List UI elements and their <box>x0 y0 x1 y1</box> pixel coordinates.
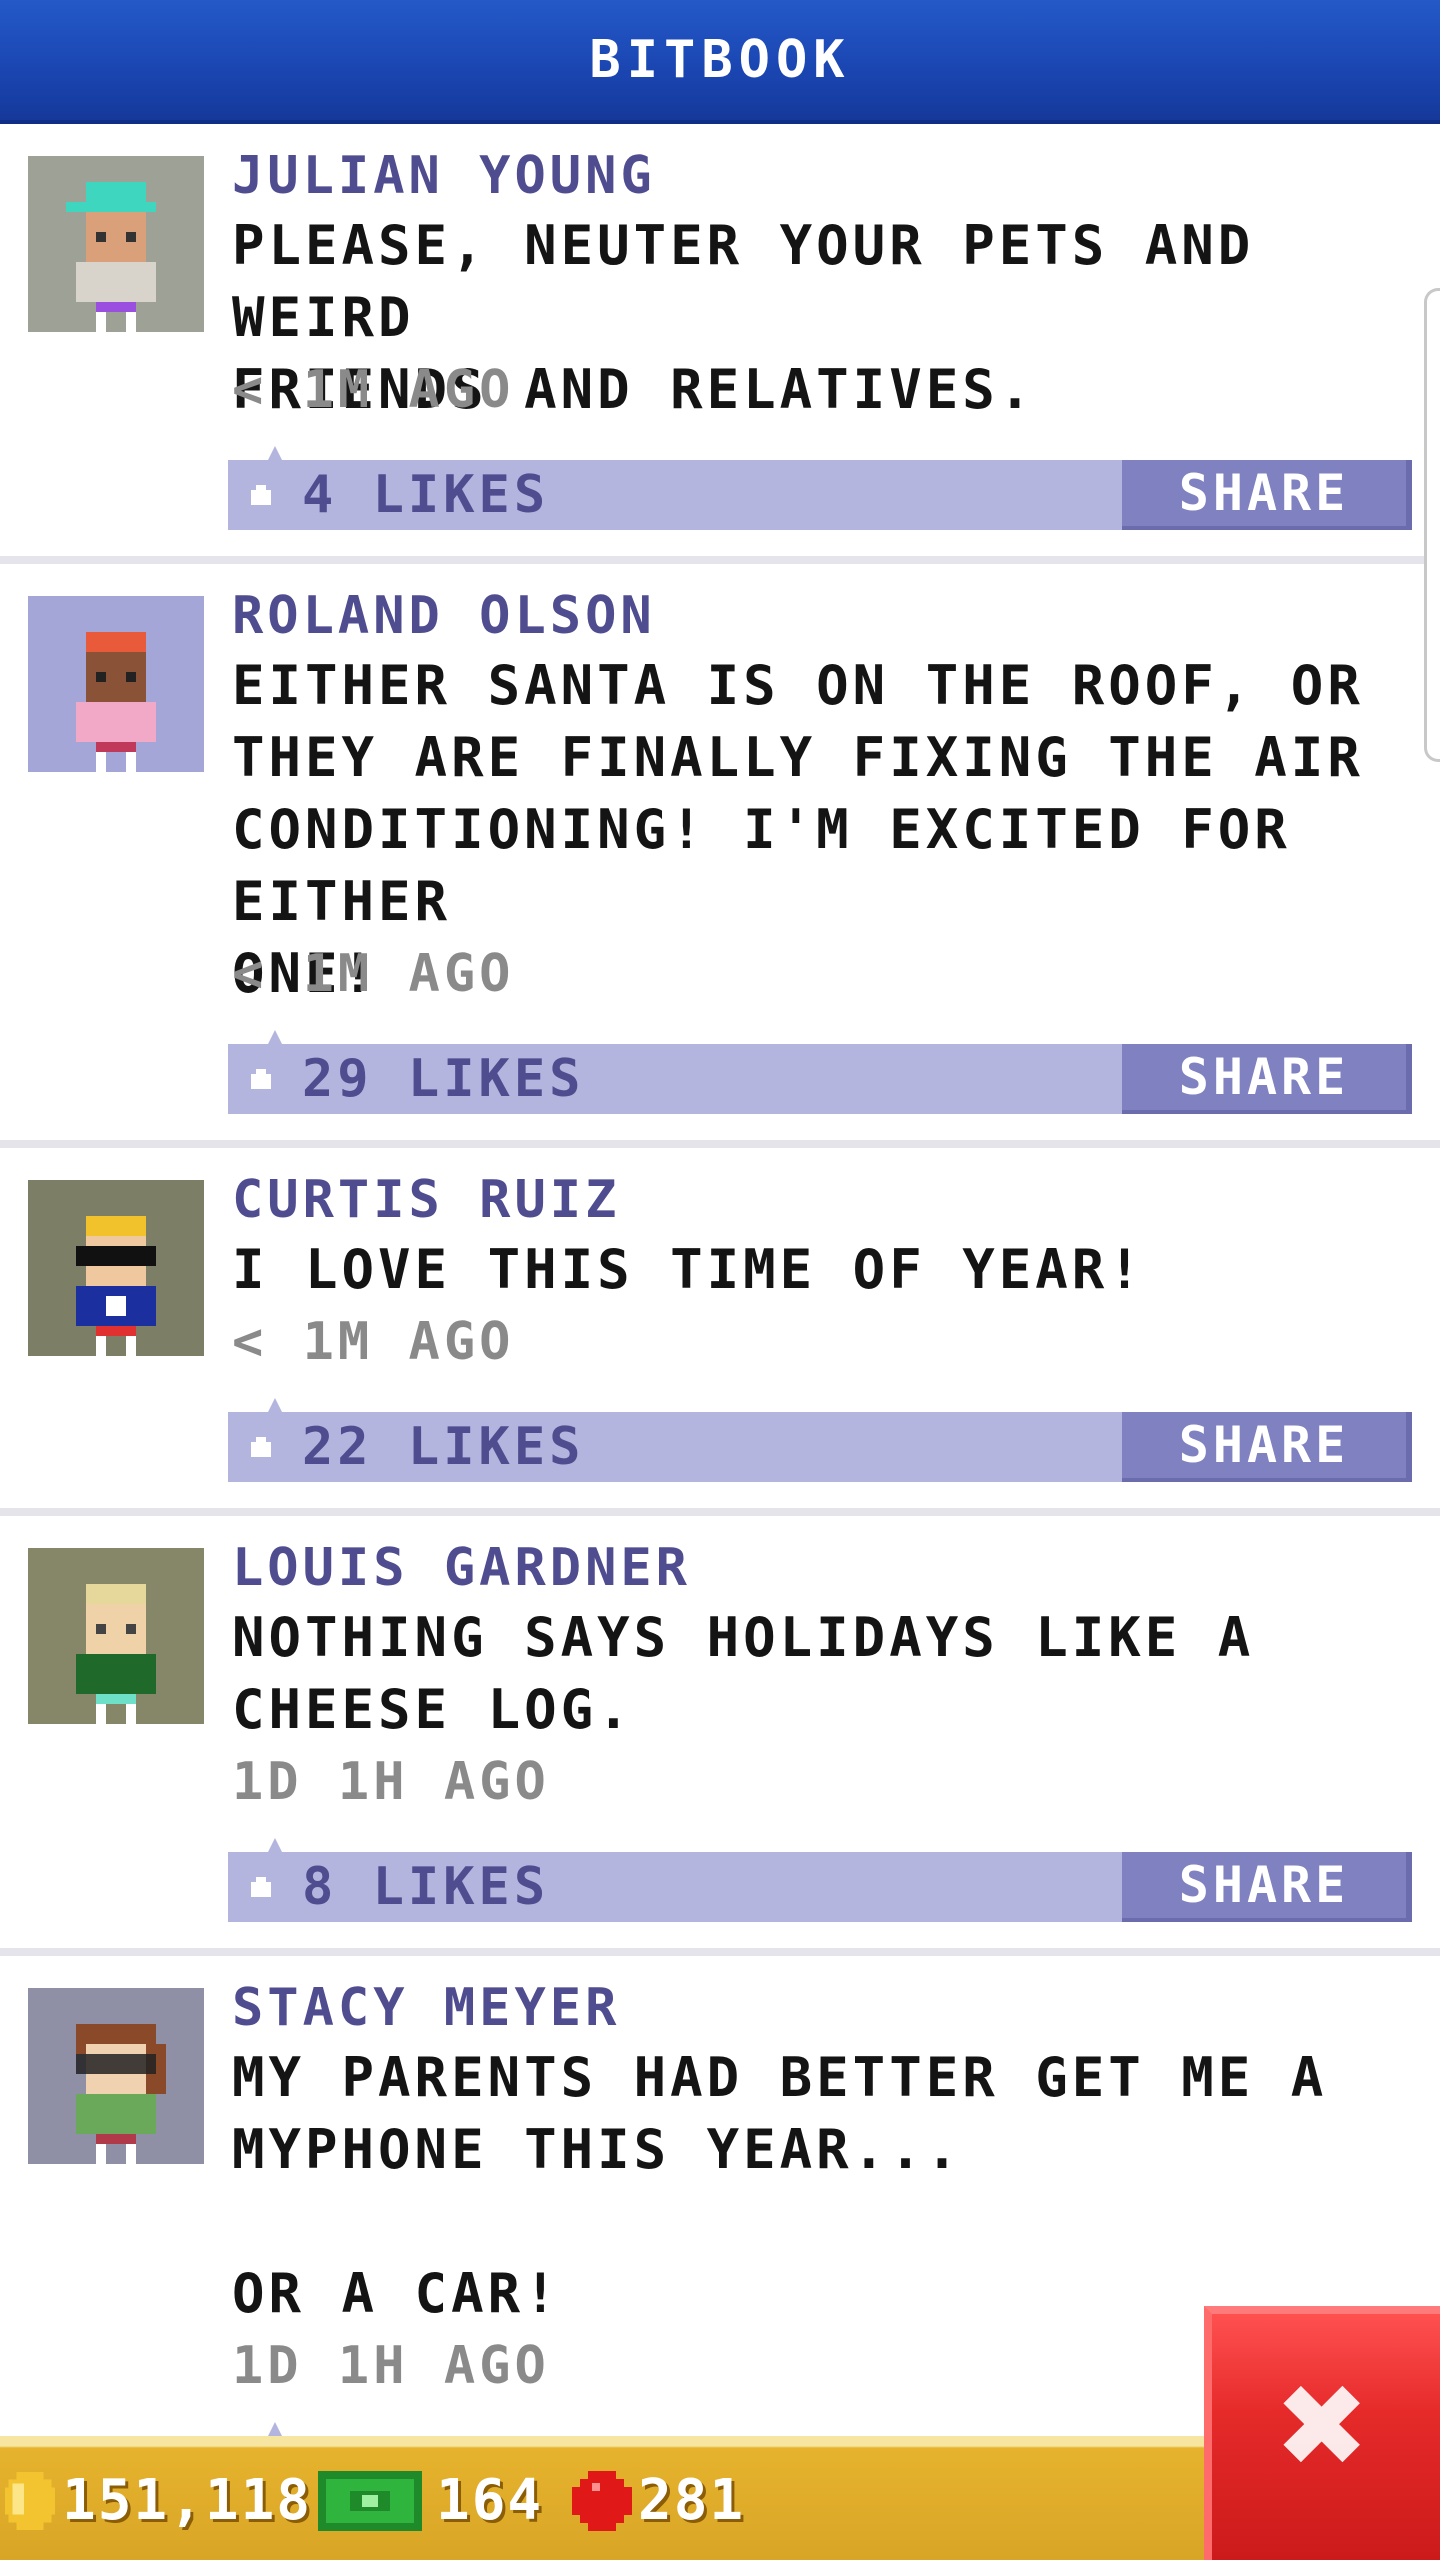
post-author[interactable]: STACY MEYER <box>232 1978 620 2038</box>
like-icon[interactable] <box>242 480 280 510</box>
like-icon[interactable] <box>242 1872 280 1902</box>
gem-icon <box>572 2470 632 2531</box>
post-time: 1D 1H AGO <box>232 2336 550 2396</box>
bux-icon <box>318 2470 422 2531</box>
post-author[interactable]: JULIAN YOUNG <box>232 146 656 206</box>
like-bar: 4 LIKES SHARE <box>228 446 1412 530</box>
post-body: I LOVE THIS TIME OF YEAR! <box>232 1238 1145 1301</box>
avatar <box>28 1548 204 1724</box>
like-bar: 22 LIKES SHARE <box>228 1398 1412 1482</box>
louis-avatar-icon <box>76 1584 156 1724</box>
share-button[interactable]: SHARE <box>1122 1852 1412 1922</box>
avatar <box>28 596 204 772</box>
coin-icon <box>4 2471 56 2530</box>
like-bar: 8 LIKES SHARE <box>228 1838 1412 1922</box>
post-time: < 1M AGO <box>232 1312 515 1372</box>
tickets-value: 281 <box>638 2468 746 2533</box>
post-time: 1D 1H AGO <box>232 1752 550 1812</box>
stacy-avatar-icon <box>76 2024 166 2164</box>
likes-count: 22 LIKES <box>302 1417 585 1477</box>
notch <box>268 1030 282 1044</box>
bitbook-screen: BITBOOK JULIAN YOUNG PLEASE, NEUTER YOUR… <box>0 0 1440 2560</box>
header-title: BITBOOK <box>589 30 851 90</box>
post-author[interactable]: ROLAND OLSON <box>232 586 656 646</box>
likes-count: 4 LIKES <box>302 465 550 525</box>
notch <box>268 446 282 460</box>
post-author[interactable]: LOUIS GARDNER <box>232 1538 691 1598</box>
app-header: BITBOOK <box>0 0 1440 124</box>
post-time: < 1M AGO <box>232 944 515 1004</box>
avatar <box>28 1180 204 1356</box>
post-time: < 1M AGO <box>232 360 515 420</box>
notch <box>268 1838 282 1852</box>
divider <box>0 556 1440 564</box>
bux: 164 <box>318 2468 543 2533</box>
curtis-avatar-icon <box>76 1216 156 1356</box>
share-button[interactable]: SHARE <box>1122 1412 1412 1482</box>
share-button[interactable]: SHARE <box>1122 1044 1412 1114</box>
likes-count: 29 LIKES <box>302 1049 585 1109</box>
tickets: 281 <box>572 2468 745 2533</box>
roland-avatar-icon <box>76 632 156 772</box>
post-body: MY PARENTS HAD BETTER GET ME A MYPHONE T… <box>232 2046 1328 2325</box>
bux-value: 164 <box>436 2468 544 2533</box>
divider <box>0 1140 1440 1148</box>
like-icon[interactable] <box>242 1432 280 1462</box>
notch <box>268 2422 282 2436</box>
julian-avatar-icon <box>66 182 156 332</box>
avatar <box>28 156 204 332</box>
likes-count: 8 LIKES <box>302 1857 550 1917</box>
like-bar: 29 LIKES SHARE <box>228 1030 1412 1114</box>
avatar <box>28 1988 204 2164</box>
like-icon[interactable] <box>242 1064 280 1094</box>
scrollbar[interactable] <box>1424 288 1440 762</box>
divider <box>0 1508 1440 1516</box>
post-author[interactable]: CURTIS RUIZ <box>232 1170 620 1230</box>
close-button[interactable]: ✖ <box>1204 2306 1440 2560</box>
share-button[interactable]: SHARE <box>1122 460 1412 530</box>
close-icon: ✖ <box>1278 2338 1374 2512</box>
notch <box>268 1398 282 1412</box>
coins: 151,118 <box>4 2468 312 2533</box>
post-body: NOTHING SAYS HOLIDAYS LIKE A CHEESE LOG. <box>232 1606 1255 1741</box>
divider <box>0 1948 1440 1956</box>
coins-value: 151,118 <box>62 2468 313 2533</box>
